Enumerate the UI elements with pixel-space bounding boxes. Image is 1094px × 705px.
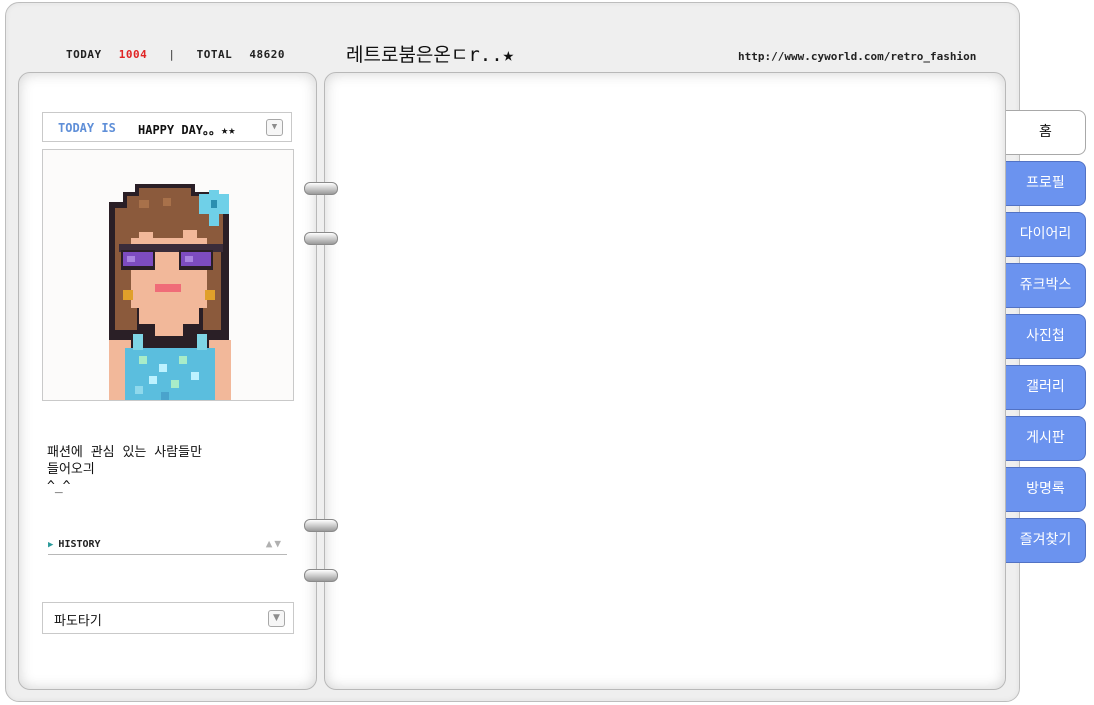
tab-profile[interactable]: 프로필 <box>1006 161 1086 206</box>
tab-diary[interactable]: 다이어리 <box>1006 212 1086 257</box>
chevron-down-icon[interactable]: ▼ <box>266 119 283 136</box>
triangle-right-icon: ▶ <box>48 540 54 550</box>
tab-board[interactable]: 게시판 <box>1006 416 1086 461</box>
today-is-label: TODAY IS <box>58 121 116 135</box>
tab-home[interactable]: 홈 <box>1006 110 1086 155</box>
profile-intro: 패션에 관심 있는 사람들만 들어오긔 ^_^ <box>47 444 287 495</box>
avatar-image <box>109 184 231 400</box>
site-url-link[interactable]: http://www.cyworld.com/retro_fashion <box>738 50 976 63</box>
tab-gallery[interactable]: 갤러리 <box>1006 365 1086 410</box>
intro-line: ^_^ <box>47 479 71 494</box>
history-toggle[interactable]: ▶ HISTORY ▲▼ <box>48 536 287 555</box>
visitor-counter: TODAY 1004 | TOTAL 48620 <box>66 48 285 61</box>
total-count: 48620 <box>249 48 285 61</box>
history-label: HISTORY <box>58 539 101 550</box>
counter-separator: | <box>168 48 176 61</box>
right-page-content <box>324 72 1006 690</box>
binder-ring <box>304 182 338 195</box>
today-label: TODAY <box>66 48 102 61</box>
today-mood-value: HAPPY DAY。。★★ <box>138 123 236 137</box>
chevron-down-icon[interactable]: ▼ <box>268 610 285 627</box>
pado-label: 파도타기 <box>54 614 102 629</box>
intro-line: 패션에 관심 있는 사람들만 <box>47 445 203 460</box>
intro-line: 들어오긔 <box>47 462 95 477</box>
binder-ring <box>304 519 338 532</box>
tab-photo-album[interactable]: 사진첩 <box>1006 314 1086 359</box>
page-title: 레트로붐은온ㄷr..★ <box>346 44 515 66</box>
tab-favorites[interactable]: 즐겨찾기 <box>1006 518 1086 563</box>
binder-ring <box>304 569 338 582</box>
binder-ring <box>304 232 338 245</box>
total-label: TOTAL <box>196 48 233 61</box>
pado-select[interactable]: 파도타기 ▼ <box>42 602 294 634</box>
avatar <box>42 149 294 401</box>
today-count: 1004 <box>118 48 148 61</box>
today-mood-select[interactable]: TODAY IS HAPPY DAY。。★★ ▼ <box>42 112 292 142</box>
tab-jukebox[interactable]: 쥬크박스 <box>1006 263 1086 308</box>
tab-guestbook[interactable]: 방명록 <box>1006 467 1086 512</box>
history-scroll-arrows-icon[interactable]: ▲▼ <box>266 537 283 550</box>
